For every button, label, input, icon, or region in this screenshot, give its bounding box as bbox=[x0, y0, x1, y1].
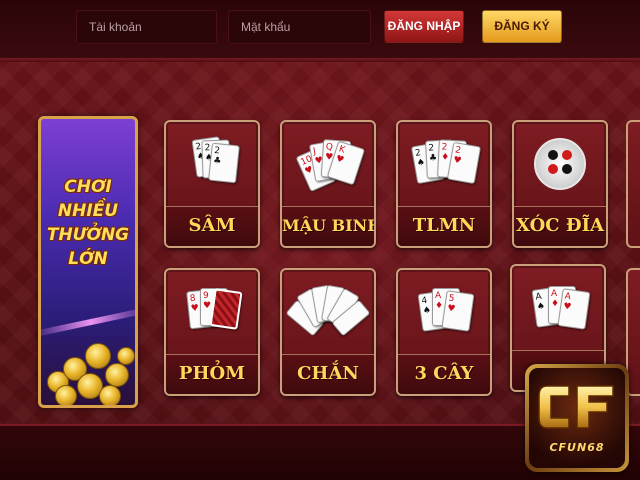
brand-logo: CFUN68 bbox=[525, 364, 629, 472]
game-tile-tlmn[interactable]: 2 ♠ 2 ♣ 2 ♦ 2 ♥ TLMN bbox=[396, 120, 492, 248]
game-label: TLMN bbox=[398, 206, 490, 246]
top-bar: Tài khoản Mật khẩu ĐĂNG NHẬP ĐĂNG KÝ bbox=[0, 0, 640, 60]
game-tile-chan[interactable]: CHẮN bbox=[280, 268, 376, 396]
game-tile-mau-binh[interactable]: 10 ♥ J ♥ Q ♥ K ♥ MẬU BINH bbox=[280, 120, 376, 248]
register-button[interactable]: ĐĂNG KÝ bbox=[482, 10, 562, 43]
playing-cards-icon: 2♠ 2♠ 2♣ bbox=[172, 128, 252, 208]
game-tile-phom[interactable]: 8 ♥ 9 ♥ PHỎM bbox=[164, 268, 260, 396]
game-label: SÂM bbox=[166, 206, 258, 246]
playing-cards-icon: 8 ♥ 9 ♥ bbox=[172, 276, 252, 356]
xoc-dia-bowl-icon bbox=[520, 128, 600, 208]
game-tile-xoc-dia[interactable]: XÓC ĐĨA bbox=[512, 120, 608, 248]
promo-banner[interactable]: CHƠI NHIỀU THƯỞNG LỚN bbox=[38, 116, 138, 408]
game-tile-sam[interactable]: 2♠ 2♠ 2♣ SÂM bbox=[164, 120, 260, 248]
login-button[interactable]: ĐĂNG NHẬP bbox=[384, 10, 464, 43]
playing-cards-icon: 2 ♠ 2 ♣ 2 ♦ 2 ♥ bbox=[404, 128, 484, 208]
game-label: 3 CÂY bbox=[398, 354, 490, 394]
password-input[interactable]: Mật khẩu bbox=[228, 10, 371, 44]
game-tile-partial[interactable] bbox=[626, 120, 640, 248]
game-tile-3-cay[interactable]: 4 ♠ A ♦ 5 ♥ 3 CÂY bbox=[396, 268, 492, 396]
promo-line-2: THƯỞNG LỚN bbox=[46, 225, 130, 269]
playing-cards-icon: 4 ♠ A ♦ 5 ♥ bbox=[404, 276, 484, 356]
cf-logo-icon bbox=[538, 385, 614, 429]
promo-line-1: CHƠI NHIỀU bbox=[57, 177, 119, 221]
promo-title: CHƠI NHIỀU THƯỞNG LỚN bbox=[41, 175, 135, 271]
ace-cards-icon: A ♠ A ♦ A ♥ bbox=[518, 272, 598, 352]
game-label: PHỎM bbox=[166, 354, 258, 394]
logo-text: CFUN68 bbox=[549, 441, 605, 454]
gold-coins-icon bbox=[41, 333, 135, 405]
card-fan-icon bbox=[285, 276, 371, 356]
username-input[interactable]: Tài khoản bbox=[76, 10, 217, 44]
face-cards-fan-icon: 10 ♥ J ♥ Q ♥ K ♥ bbox=[288, 128, 368, 208]
game-label: CHẮN bbox=[282, 354, 374, 394]
game-label: XÓC ĐĨA bbox=[514, 206, 606, 246]
game-label: MẬU BINH bbox=[282, 206, 374, 246]
